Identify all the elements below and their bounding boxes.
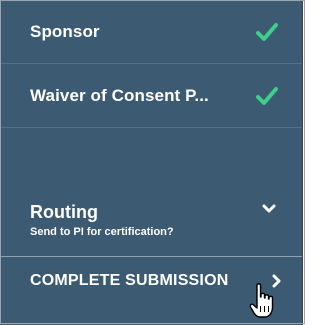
- routing-title: Routing: [30, 202, 98, 222]
- complete-submission-label: COMPLETE SUBMISSION: [30, 272, 229, 289]
- sidebar-item-label: Sponsor: [30, 22, 100, 41]
- routing-section[interactable]: Routing Send to PI for certification?: [0, 196, 302, 250]
- chevron-down-icon[interactable]: [262, 204, 276, 214]
- check-icon: [256, 23, 278, 41]
- submission-sidebar: Sponsor Waiver of Consent P... Routing S…: [0, 0, 303, 325]
- check-icon: [256, 87, 278, 105]
- sidebar-item-label: Waiver of Consent P...: [30, 86, 209, 105]
- routing-subtitle: Send to PI for certification?: [30, 226, 174, 238]
- sidebar-item-sponsor[interactable]: Sponsor: [0, 0, 302, 64]
- sidebar-item-waiver-of-consent[interactable]: Waiver of Consent P...: [0, 64, 302, 128]
- hand-pointer-cursor: [249, 283, 274, 318]
